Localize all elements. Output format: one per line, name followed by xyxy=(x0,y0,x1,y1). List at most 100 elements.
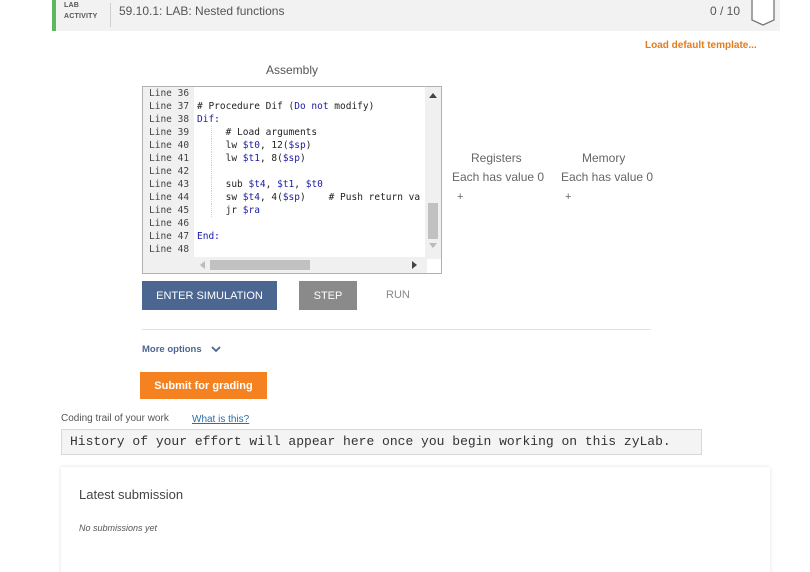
code-token: ) xyxy=(305,140,312,151)
coding-trail-box: History of your effort will appear here … xyxy=(61,429,702,455)
code-editor[interactable]: Line 36 Line 37 # Procedure Dif (Do not mo… xyxy=(142,86,442,274)
code-token: ) xyxy=(300,153,306,164)
header-divider xyxy=(110,3,111,27)
enter-simulation-button[interactable]: ENTER SIMULATION xyxy=(142,281,277,310)
line-number: Line 47 xyxy=(149,231,190,242)
indent-guide xyxy=(211,204,212,217)
add-register-button[interactable]: + xyxy=(457,191,463,203)
vertical-scrollbar[interactable] xyxy=(425,87,441,259)
code-line[interactable]: Line 40 lw $t0, 12($sp) xyxy=(143,139,427,152)
line-number: Line 44 xyxy=(149,192,190,203)
step-button[interactable]: STEP xyxy=(299,281,357,310)
assembly-title: Assembly xyxy=(266,63,319,77)
more-options-toggle[interactable]: More options xyxy=(142,344,202,355)
code-text: sw $t4, 4($sp) # Push return va xyxy=(197,191,421,204)
code-token: , 8( xyxy=(259,153,283,164)
memory-title: Memory xyxy=(582,151,626,165)
load-default-template-link[interactable]: Load default template... xyxy=(645,40,757,51)
vertical-scroll-thumb[interactable] xyxy=(428,203,438,239)
code-token: $sp xyxy=(288,140,306,151)
horizontal-scrollbar[interactable] xyxy=(194,257,427,273)
memory-subtitle: Each has value 0 xyxy=(561,170,654,184)
section-divider xyxy=(142,329,651,330)
scroll-right-icon[interactable] xyxy=(412,261,417,269)
scroll-left-icon[interactable] xyxy=(200,261,205,269)
code-token: modify) xyxy=(328,101,375,112)
code-line[interactable]: Line 47 End: xyxy=(143,230,427,243)
lab-page: LAB ACTIVITY 59.10.1: LAB: Nested functi… xyxy=(0,0,810,572)
code-token: sub xyxy=(197,179,249,190)
code-line[interactable]: Line 42 xyxy=(143,165,427,178)
run-button[interactable]: RUN xyxy=(386,289,410,301)
code-token: # Procedure Dif ( xyxy=(197,101,295,112)
code-token: $sp xyxy=(282,192,300,203)
code-token: Dif: xyxy=(197,114,220,125)
line-number: Line 38 xyxy=(149,114,190,125)
code-token: jr xyxy=(197,205,243,216)
code-line[interactable]: Line 45 jr $ra xyxy=(143,204,427,217)
code-line[interactable]: Line 41 lw $t1, 8($sp) xyxy=(143,152,427,165)
code-token: , xyxy=(294,179,306,190)
line-number: Line 40 xyxy=(149,140,190,151)
line-number: Line 41 xyxy=(149,153,190,164)
code-text: sub $t4, $t1, $t0 xyxy=(197,178,323,191)
lab-title: 59.10.1: LAB: Nested functions xyxy=(119,4,285,18)
coding-trail-label: Coding trail of your work xyxy=(61,413,169,424)
code-token: lw xyxy=(197,153,243,164)
chevron-down-icon[interactable] xyxy=(210,343,222,355)
code-text: # Load arguments xyxy=(197,126,318,139)
line-number: Line 43 xyxy=(149,179,190,190)
code-line[interactable]: Line 38 Dif: xyxy=(143,113,427,126)
code-line[interactable]: Line 39 # Load arguments xyxy=(143,126,427,139)
code-token: , xyxy=(265,179,278,190)
code-line[interactable]: Line 48 xyxy=(143,243,427,256)
code-token: $ra xyxy=(242,205,260,216)
code-line[interactable]: Line 46 xyxy=(143,217,427,230)
submit-for-grading-button[interactable]: Submit for grading xyxy=(140,372,267,399)
indent-guide xyxy=(211,152,212,165)
code-token: # Load arguments xyxy=(197,127,318,138)
code-token: $t4 xyxy=(248,179,266,190)
scroll-up-icon[interactable] xyxy=(429,93,437,98)
code-line[interactable]: Line 36 xyxy=(143,87,427,100)
code-line[interactable]: Line 37 # Procedure Dif (Do not modify) xyxy=(143,100,427,113)
latest-submission-card: Latest submission No submissions yet xyxy=(61,467,770,572)
code-token: , 12( xyxy=(259,140,289,151)
horizontal-scroll-thumb[interactable] xyxy=(210,260,310,270)
line-number: Line 39 xyxy=(149,127,190,138)
line-number: Line 45 xyxy=(149,205,190,216)
latest-submission-title: Latest submission xyxy=(79,487,184,502)
code-token: $sp xyxy=(282,153,300,164)
registers-subtitle: Each has value 0 xyxy=(452,170,545,184)
no-submissions-text: No submissions yet xyxy=(79,523,158,533)
registers-title: Registers xyxy=(471,151,522,165)
code-text: # Procedure Dif (Do not modify) xyxy=(197,100,374,113)
code-text: jr $ra xyxy=(197,204,260,217)
scroll-down-icon[interactable] xyxy=(429,243,437,248)
indent-guide xyxy=(211,178,212,191)
add-memory-button[interactable]: + xyxy=(565,191,571,203)
code-token: End: xyxy=(197,231,220,242)
code-token: $t0 xyxy=(242,140,260,151)
lab-tag-line2: ACTIVITY xyxy=(64,13,98,20)
code-token: $t1 xyxy=(277,179,295,190)
code-token: sw xyxy=(197,192,243,203)
indent-guide xyxy=(211,191,212,204)
what-is-this-link[interactable]: What is this? xyxy=(192,414,249,425)
code-line[interactable]: Line 43 sub $t4, $t1, $t0 xyxy=(143,178,427,191)
code-text: End: xyxy=(197,230,220,243)
line-number: Line 37 xyxy=(149,101,190,112)
indent-guide xyxy=(211,126,212,139)
code-token: $t0 xyxy=(305,179,323,190)
code-text: lw $t1, 8($sp) xyxy=(197,152,306,165)
code-text: Dif: xyxy=(197,113,220,126)
code-token: , 4( xyxy=(259,192,283,203)
indent-guide xyxy=(211,139,212,152)
code-token: $t1 xyxy=(242,153,260,164)
line-number: Line 36 xyxy=(149,88,190,99)
code-line[interactable]: Line 44 sw $t4, 4($sp) # Push return va xyxy=(143,191,427,204)
code-token: lw xyxy=(197,140,243,151)
code-token: ) # Push return va xyxy=(300,192,421,203)
lab-score: 0 / 10 xyxy=(710,4,741,18)
code-text: lw $t0, 12($sp) xyxy=(197,139,312,152)
